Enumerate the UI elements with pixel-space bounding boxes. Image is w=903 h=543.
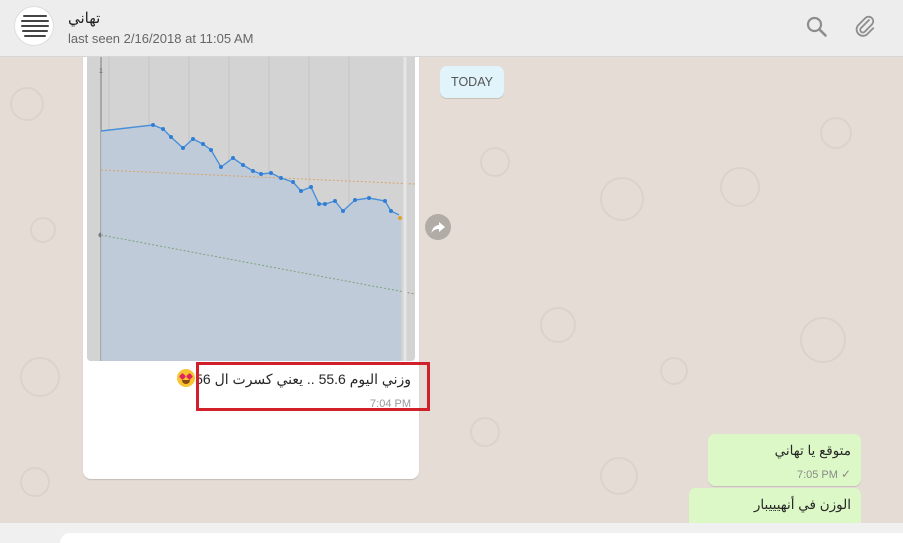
wallpaper-doodle: [10, 87, 44, 121]
svg-text:1: 1: [99, 68, 103, 75]
last-seen-status: last seen 2/16/2018 at 11:05 AM: [68, 31, 254, 46]
forward-icon[interactable]: [425, 214, 451, 240]
sent-check-icon: ✓: [840, 467, 851, 481]
wallpaper-doodle: [470, 417, 500, 447]
weight-chart-image[interactable]: 1: [87, 57, 415, 361]
image-message[interactable]: 1 وزني اليوم 55.6 .. يعني كسرت ال 56 7:0…: [83, 57, 419, 479]
message-meta: 7:05 PM ✓: [797, 467, 851, 481]
message-text: الوزن في أنهيييبار: [753, 497, 851, 512]
wallpaper-doodle: [600, 177, 644, 221]
chat-panel[interactable]: TODAY 1 وزني اليوم 55.6 .. يعني كسرت ال …: [0, 57, 903, 523]
wallpaper-doodle: [820, 117, 852, 149]
caption-highlight-box: [196, 362, 430, 411]
message-input[interactable]: [60, 533, 903, 543]
outgoing-message[interactable]: الوزن في أنهيييبار: [689, 488, 861, 523]
contact-name[interactable]: تهاني: [68, 9, 100, 27]
heart-eyes-emoji-icon: [177, 369, 196, 387]
wallpaper-doodle: [600, 457, 638, 495]
wallpaper-doodle: [540, 307, 576, 343]
contact-avatar[interactable]: [14, 6, 54, 46]
wallpaper-doodle: [30, 217, 56, 243]
composer-bar: [0, 523, 903, 543]
wallpaper-doodle: [800, 317, 846, 363]
wallpaper-doodle: [720, 167, 760, 207]
wallpaper-doodle: [20, 467, 50, 497]
date-divider: TODAY: [440, 66, 504, 98]
attach-icon[interactable]: [852, 14, 878, 40]
search-icon[interactable]: [804, 14, 830, 40]
chat-header: تهاني last seen 2/16/2018 at 11:05 AM: [0, 0, 903, 57]
wallpaper-doodle: [480, 147, 510, 177]
message-time: 7:05 PM: [796, 469, 838, 481]
wallpaper-doodle: [20, 357, 60, 397]
message-text: متوقع يا تهاني: [774, 443, 851, 458]
outgoing-message[interactable]: متوقع يا تهاني 7:05 PM ✓: [708, 434, 861, 486]
wallpaper-doodle: [660, 357, 688, 385]
